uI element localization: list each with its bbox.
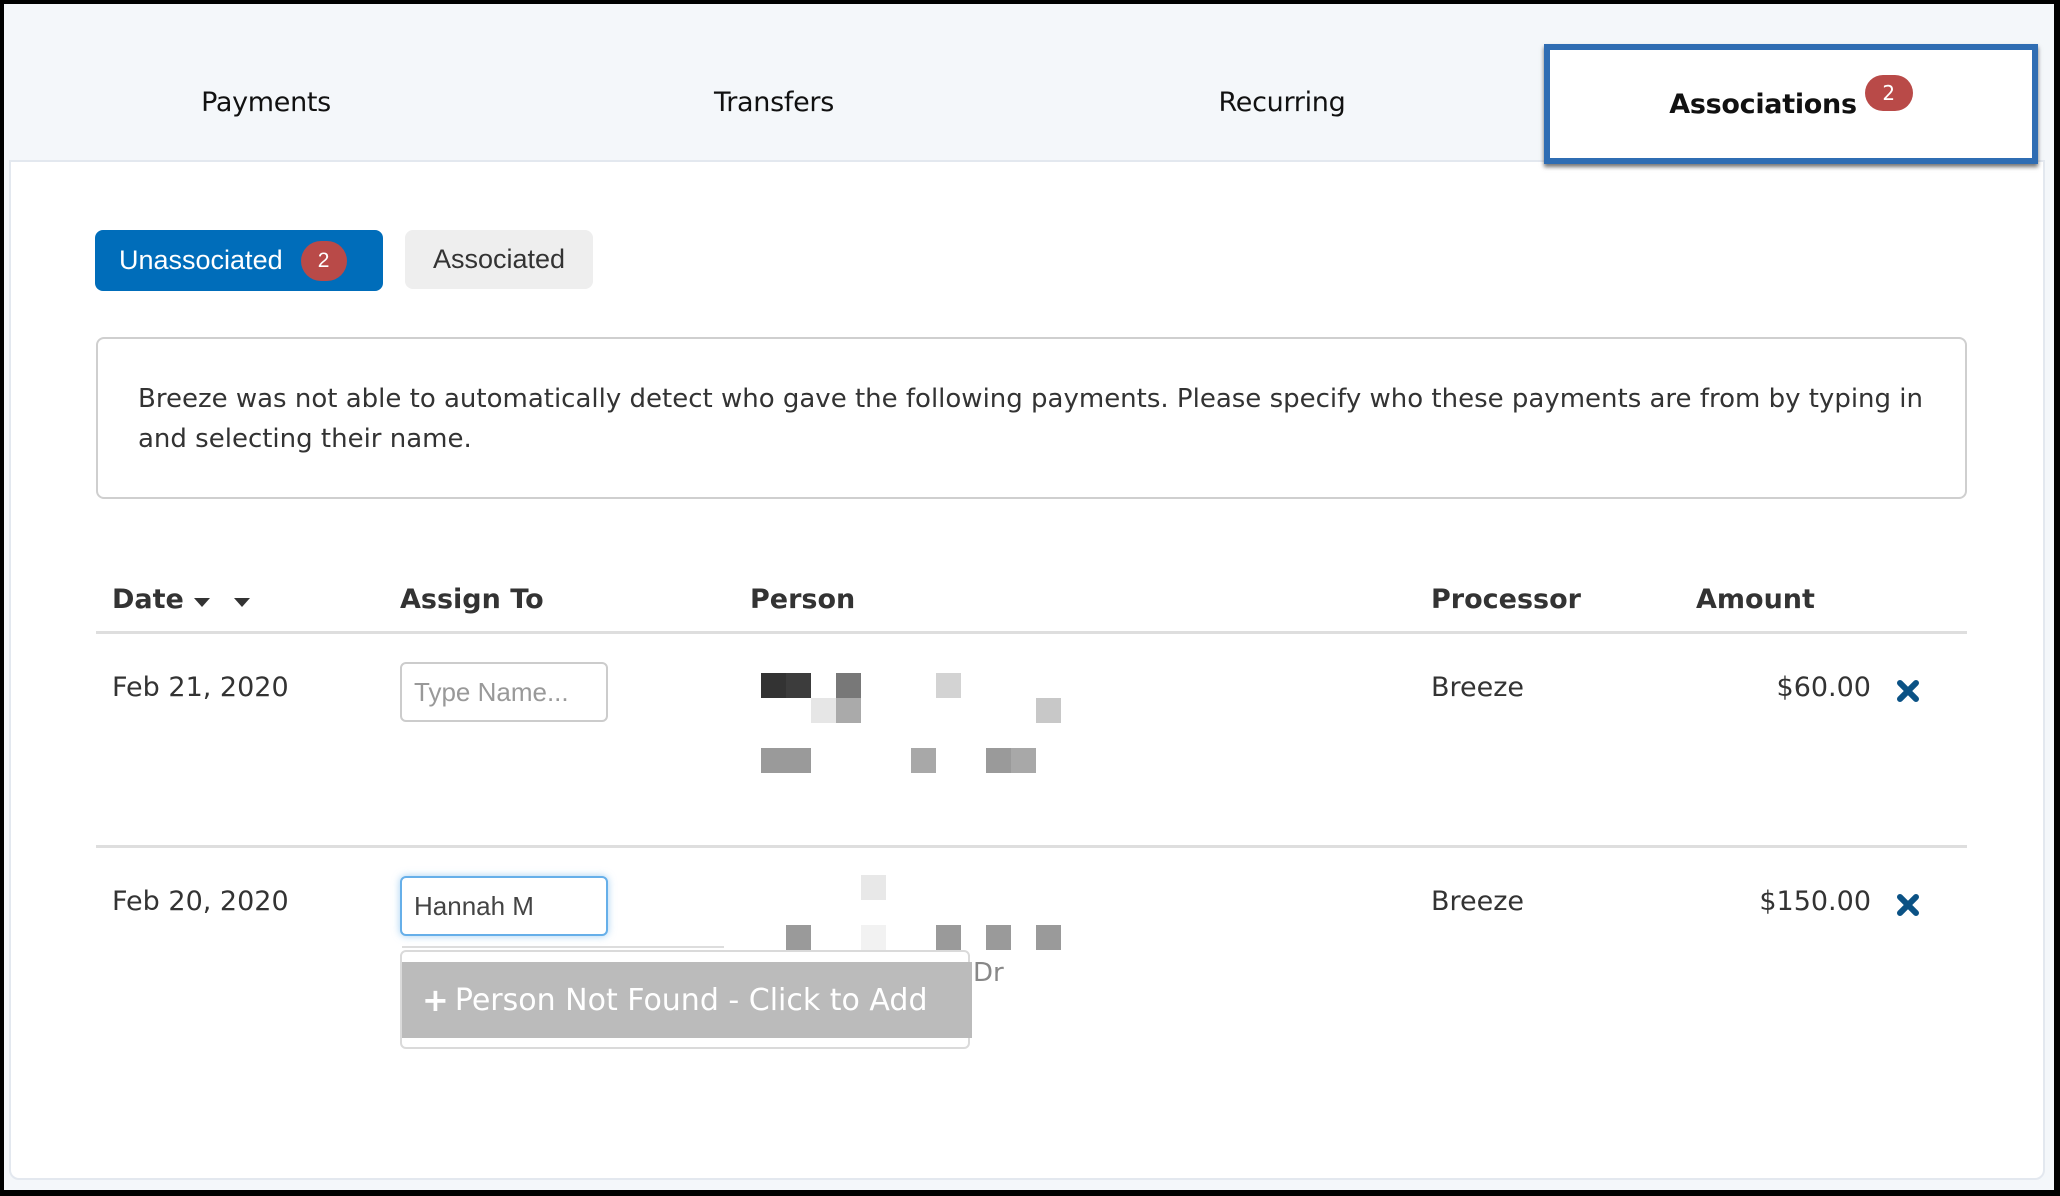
page-frame: Payments Transfers Recurring Association… — [4, 4, 2054, 1190]
add-person-option[interactable]: + Person Not Found - Click to Add — [402, 962, 972, 1038]
person-partial-text: Dr — [973, 958, 1004, 988]
tab-payments[interactable]: Payments — [12, 40, 520, 164]
assign-name-input[interactable] — [400, 876, 608, 936]
tab-label: Payments — [201, 86, 331, 118]
date-header-label: Date — [112, 584, 184, 615]
tab-associations[interactable]: Associations 2 — [1544, 44, 2038, 164]
associated-label: Associated — [432, 244, 566, 274]
tab-label: Associations — [1669, 88, 1857, 120]
person-column-header: Person — [750, 584, 856, 615]
assign-to-column-header: Assign To — [400, 584, 544, 615]
payment-amount: $60.00 — [1776, 672, 1871, 703]
payment-date: Feb 21, 2020 — [112, 672, 289, 703]
sort-caret-icon — [233, 598, 250, 607]
plus-icon: + — [422, 981, 449, 1019]
processor-name: Breeze — [1431, 672, 1525, 703]
payment-amount: $150.00 — [1759, 886, 1871, 917]
tab-transfers[interactable]: Transfers — [520, 40, 1028, 164]
info-message: Breeze was not able to automatically det… — [96, 337, 1967, 499]
associations-panel: Unassociated 2 Associated Breeze was not… — [9, 160, 2045, 1180]
amount-column-header: Amount — [1696, 584, 1815, 615]
processor-name: Breeze — [1431, 886, 1525, 917]
association-filter: Unassociated 2 Associated — [95, 230, 593, 291]
table-header: Date Assign To Person Processor Amount — [96, 572, 1967, 634]
associations-count-badge: 2 — [1864, 75, 1913, 111]
remove-icon[interactable] — [1895, 678, 1921, 704]
main-tabs: Payments Transfers Recurring Association… — [4, 40, 2054, 164]
sort-caret-icon — [193, 598, 210, 607]
tab-label: Recurring — [1218, 86, 1346, 118]
table-row: Feb 20, 2020 Dr + Person Not Found - Cli… — [96, 848, 1967, 1148]
unassociated-button[interactable]: Unassociated 2 — [95, 230, 383, 291]
tab-label: Transfers — [714, 86, 834, 118]
associated-button[interactable]: Associated — [405, 230, 593, 289]
remove-icon[interactable] — [1895, 892, 1921, 918]
add-person-label: Person Not Found - Click to Add — [454, 982, 928, 1018]
tab-recurring[interactable]: Recurring — [1028, 40, 1536, 164]
payment-date: Feb 20, 2020 — [112, 886, 289, 917]
date-column-header[interactable]: Date — [112, 584, 250, 615]
processor-column-header: Processor — [1431, 584, 1581, 615]
autocomplete-dropdown: + Person Not Found - Click to Add — [400, 946, 972, 1049]
unassociated-label: Unassociated — [119, 245, 283, 275]
table-row: Feb 21, 2020 Breeze $60.00 — [96, 634, 1967, 848]
assign-name-input[interactable] — [400, 662, 608, 722]
dropdown-divider — [402, 946, 724, 948]
unassociated-count-badge: 2 — [300, 240, 347, 281]
